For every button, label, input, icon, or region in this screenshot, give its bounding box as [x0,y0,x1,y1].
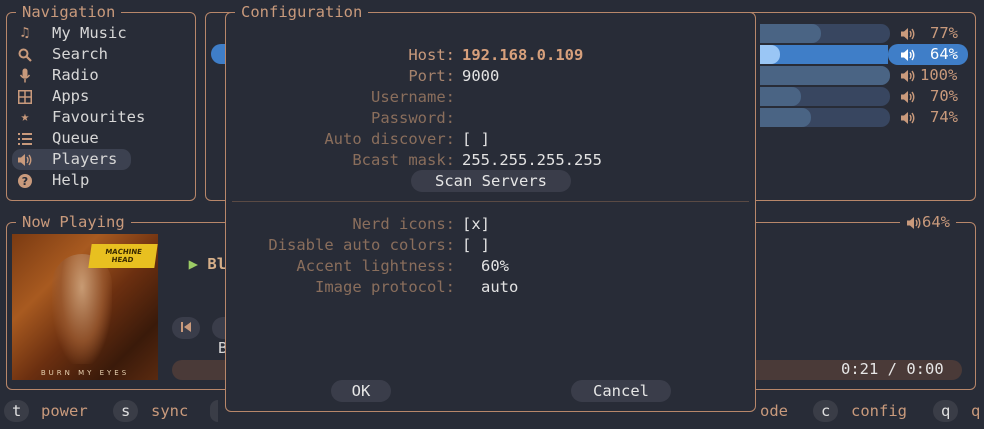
nav-item-queue[interactable]: Queue [14,128,99,149]
nav-item-label: Search [52,45,108,63]
star-icon: ★ [20,109,30,125]
speaker-icon [14,153,36,167]
search-icon [14,48,36,62]
username-label: Username: [371,88,455,106]
dialog-title: Configuration [235,2,369,22]
username-field[interactable] [462,87,662,108]
hint-config: config [851,402,907,420]
image-protocol-value[interactable]: auto [481,277,518,298]
key-config[interactable]: c [813,400,839,422]
image-protocol-label: Image protocol: [315,278,455,296]
key-sync[interactable]: s [113,400,139,422]
key-hidden[interactable] [210,400,218,422]
bcast-mask-field[interactable]: 255.255.255.255 [462,150,602,171]
hint-mode-partial: ode [760,402,788,420]
speaker-icon [901,27,915,40]
auto-discover-checkbox[interactable]: [ ] [462,129,490,150]
accent-lightness-value[interactable]: 60% [481,256,509,277]
svg-text:?: ? [22,175,28,188]
nav-item-label: Radio [52,66,99,84]
nav-item-label: Help [52,171,90,189]
hint-quit: q [971,402,981,420]
skip-previous-icon [180,319,192,337]
nav-item-label: Players [52,150,118,168]
speaker-icon [907,216,921,229]
navigation-title: Navigation [16,2,122,22]
nav-item-label: Apps [52,87,90,105]
music-note-icon: ♫ [20,25,30,41]
player-volume-bar[interactable] [760,108,890,127]
player-volume: 100% [900,65,957,86]
speaker-icon [901,69,915,82]
nav-item-help[interactable]: ? Help [14,170,89,191]
scan-servers-button[interactable]: Scan Servers [411,170,571,192]
nav-item-label: Favourites [52,108,146,126]
key-power[interactable]: t [4,400,30,422]
speaker-icon [901,111,915,124]
player-volume: 70% [900,86,958,107]
password-field[interactable] [462,108,662,129]
help-icon: ? [14,173,36,188]
player-volume-bar[interactable] [760,45,888,64]
nerd-icons-label: Nerd icons: [352,215,455,233]
nerd-icons-checkbox[interactable]: [x] [462,214,490,235]
disable-auto-colors-label: Disable auto colors: [268,236,455,254]
now-playing-volume: 64% [900,212,956,233]
apps-grid-icon [14,89,36,104]
nav-item-radio[interactable]: Radio [14,65,99,86]
port-label: Port: [408,67,455,85]
accent-lightness-label: Accent lightness: [296,257,455,275]
player-volume-bar[interactable] [760,24,890,43]
host-field[interactable]: 192.168.0.109 [462,45,583,66]
host-label: Host: [408,46,455,64]
player-volume: 74% [900,107,958,128]
dialog-divider [232,201,749,202]
nav-item-favourites[interactable]: ★ Favourites [14,107,146,128]
album-cover: MACHINE HEAD BURN MY EYES [12,234,158,380]
cancel-button[interactable]: Cancel [571,380,671,402]
cover-band-text: MACHINE HEAD [104,248,143,264]
speaker-icon [901,48,915,61]
speaker-icon [901,90,915,103]
hint-sync: sync [151,402,189,420]
microphone-icon [14,68,36,83]
cover-title-text: BURN MY EYES [40,369,130,377]
nav-item-label: My Music [52,24,127,42]
configuration-dialog: Configuration Host: 192.168.0.109 Port: … [225,2,756,412]
player-volume: 77% [900,23,958,44]
player-volume-bar[interactable] [760,66,890,85]
auto-discover-label: Auto discover: [324,130,455,148]
player-volume-bar[interactable] [760,87,890,106]
nav-item-apps[interactable]: Apps [14,86,89,107]
now-playing-title: Now Playing [16,212,131,232]
disable-auto-colors-checkbox[interactable]: [ ] [462,235,490,256]
nav-item-label: Queue [52,129,99,147]
bcast-mask-label: Bcast mask: [352,151,455,169]
previous-track-button[interactable] [172,317,200,339]
player-volume-selected: 64% [888,44,968,65]
nav-item-search[interactable]: Search [14,44,108,65]
key-quit[interactable]: q [933,400,959,422]
nav-item-players[interactable]: Players [12,149,132,170]
password-label: Password: [371,109,455,127]
port-field[interactable]: 9000 [462,66,499,87]
list-icon [14,132,36,145]
nav-item-my-music[interactable]: ♫ My Music [14,23,127,44]
playback-time: 0:21 / 0:00 [841,360,944,378]
ok-button[interactable]: OK [331,380,391,402]
hint-power: power [41,402,88,420]
